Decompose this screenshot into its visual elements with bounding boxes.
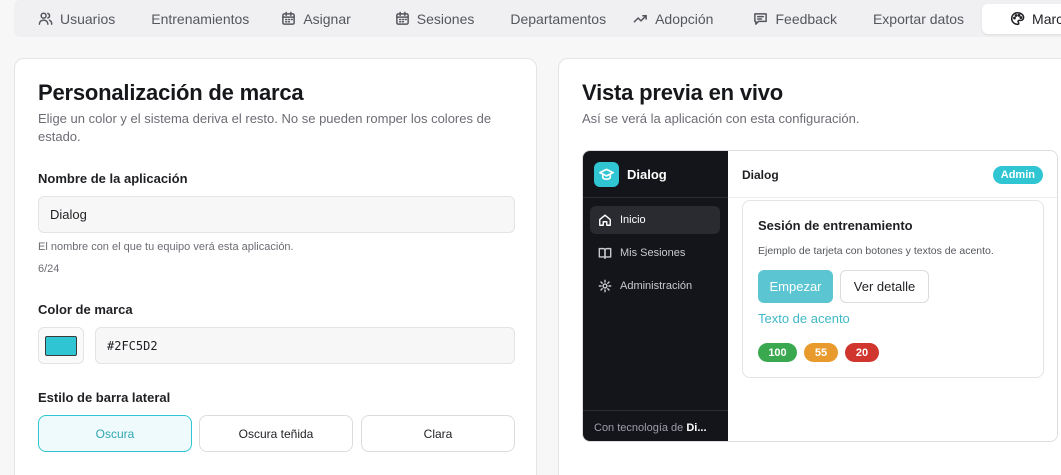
card-title: Sesión de entrenamiento <box>758 218 913 233</box>
status-badge: 55 <box>804 343 838 362</box>
card-description: Ejemplo de tarjeta con botones y textos … <box>758 245 994 257</box>
tab-label: Marca <box>1032 10 1061 27</box>
tab-label: Departamentos <box>510 10 607 27</box>
color-picker-button[interactable] <box>38 327 84 364</box>
start-button[interactable]: Empezar <box>758 270 833 303</box>
preview-main: Dialog Admin Sesión de entrenamiento Eje… <box>728 151 1057 441</box>
book-icon <box>598 247 612 259</box>
option-label: Oscura <box>95 426 135 441</box>
nav-label: Administración <box>620 280 693 292</box>
tab-label: Feedback <box>775 10 837 27</box>
tab-label: Usuarios <box>60 10 116 27</box>
message-icon <box>754 13 768 25</box>
sidebar-style-option-clara[interactable]: Clara <box>361 415 515 452</box>
tab-entrenamientos[interactable]: Entrenamientos <box>133 4 267 34</box>
preview-nav-inicio[interactable]: Inicio <box>590 206 720 234</box>
tab-sesiones[interactable]: Sesiones <box>369 4 493 34</box>
app-name-hint: El nombre con el que tu equipo verá esta… <box>38 241 294 253</box>
brand-color-value: #2FC5D2 <box>107 338 158 353</box>
calendar-icon <box>395 11 409 25</box>
branding-card: Personalización de marca Elige un color … <box>14 58 537 475</box>
brand-color-label: Color de marca <box>38 302 133 317</box>
tab-label: Entrenamientos <box>151 10 250 27</box>
preview-header-title: Dialog <box>742 168 779 182</box>
branding-subtitle: Elige un color y el sistema deriva el re… <box>38 111 492 144</box>
preview-logo <box>594 162 619 187</box>
footer-prefix: Con tecnología de <box>594 422 684 434</box>
tab-label: Adopción <box>655 10 714 27</box>
sidebar-style-option-oscura[interactable]: Oscura <box>38 415 192 452</box>
tab-label: Sesiones <box>416 10 475 27</box>
sidebar-style-option-oscura-tenida[interactable]: Oscura teñida <box>199 415 353 452</box>
divider <box>583 197 728 198</box>
graduation-cap-icon <box>599 168 614 181</box>
tab-exportar-datos[interactable]: Exportar datos <box>855 4 982 34</box>
app-name-input[interactable]: Dialog <box>38 196 515 233</box>
footer-brand: Di... <box>686 422 707 434</box>
divider <box>728 197 1057 198</box>
nav-label: Inicio <box>620 214 646 226</box>
view-detail-button[interactable]: Ver detalle <box>840 270 929 303</box>
gear-icon <box>598 279 612 293</box>
tab-adopcion[interactable]: Adopción <box>624 4 731 34</box>
trending-up-icon <box>633 14 647 23</box>
tab-asignar[interactable]: Asignar <box>267 4 368 34</box>
app-name-label: Nombre de la aplicación <box>38 171 188 186</box>
page-title: Personalización de marca <box>38 80 304 105</box>
status-badge: 20 <box>845 343 879 362</box>
option-label: Clara <box>423 426 453 441</box>
nav-label: Mis Sesiones <box>620 247 686 259</box>
preview-subtitle: Así se verá la aplicación con esta confi… <box>582 111 860 126</box>
app-name-counter: 6/24 <box>38 263 60 275</box>
home-icon <box>599 214 611 226</box>
tab-feedback[interactable]: Feedback <box>731 4 854 34</box>
preview-nav-administracion[interactable]: Administración <box>590 272 720 300</box>
preview-title: Vista previa en vivo <box>582 80 784 105</box>
tab-label: Exportar datos <box>872 10 965 27</box>
accent-text: Texto de acento <box>758 311 850 326</box>
preview-card: Vista previa en vivo Así se verá la apli… <box>558 58 1061 475</box>
users-icon <box>38 12 53 25</box>
calendar-icon <box>282 11 296 25</box>
divider <box>583 410 728 411</box>
preview-frame: Dialog Inicio Mis Sesiones Administració… <box>582 150 1058 442</box>
tab-marca[interactable]: Marca <box>982 3 1061 34</box>
tab-usuarios[interactable]: Usuarios <box>28 4 133 34</box>
admin-badge: Admin <box>992 166 1043 184</box>
preview-session-card: Sesión de entrenamiento Ejemplo de tarje… <box>742 200 1044 378</box>
preview-sidebar: Dialog Inicio Mis Sesiones Administració… <box>583 151 728 441</box>
preview-brand: Dialog <box>594 162 667 187</box>
sidebar-style-label: Estilo de barra lateral <box>38 390 171 405</box>
preview-nav-mis-sesiones[interactable]: Mis Sesiones <box>590 239 720 267</box>
app-name-value: Dialog <box>50 207 87 222</box>
palette-icon <box>1010 11 1025 26</box>
tab-bar: Usuarios Entrenamientos Asignar Sesiones… <box>14 0 1061 37</box>
status-badge: 100 <box>758 343 797 362</box>
preview-brand-name: Dialog <box>627 167 667 182</box>
preview-footer: Con tecnología de Di... <box>594 422 707 434</box>
tab-label: Asignar <box>303 10 351 27</box>
color-swatch <box>45 335 77 356</box>
brand-color-input[interactable]: #2FC5D2 <box>95 327 515 364</box>
tab-departamentos[interactable]: Departamentos <box>492 4 624 34</box>
option-label: Oscura teñida <box>238 426 314 441</box>
